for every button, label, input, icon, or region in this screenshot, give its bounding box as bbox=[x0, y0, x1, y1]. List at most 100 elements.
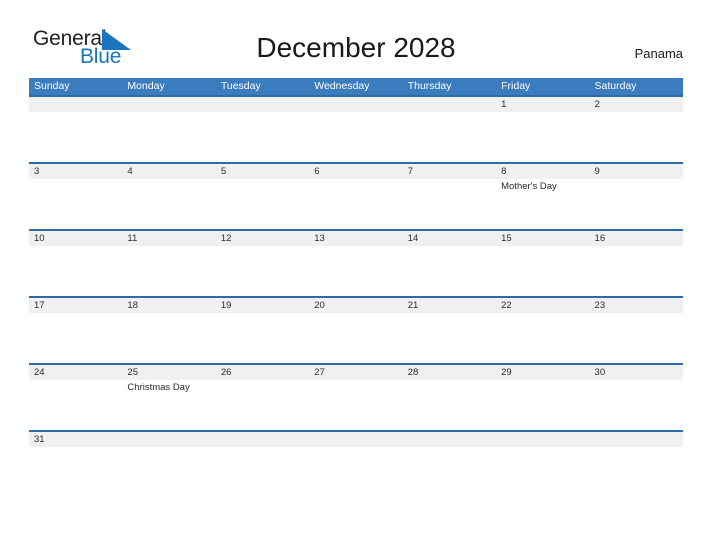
day-number: 28 bbox=[407, 367, 419, 378]
day-number: 31 bbox=[34, 434, 45, 445]
calendar-week-row: 31 bbox=[29, 430, 683, 458]
calendar-day-cell[interactable]: 22 bbox=[496, 298, 590, 363]
day-number-band bbox=[589, 432, 683, 447]
calendar-day-cell[interactable]: 18 bbox=[122, 298, 216, 363]
day-number-band bbox=[29, 97, 123, 112]
day-number: 5 bbox=[220, 166, 227, 177]
calendar-day-cell[interactable]: 20 bbox=[309, 298, 403, 363]
calendar-day-cell[interactable] bbox=[309, 432, 403, 458]
calendar-day-cell[interactable]: 3 bbox=[29, 164, 123, 229]
calendar-day-cell[interactable]: 28 bbox=[402, 365, 497, 430]
calendar-day-cell[interactable] bbox=[215, 432, 310, 458]
day-number: 10 bbox=[34, 233, 45, 244]
day-number-band bbox=[496, 164, 590, 179]
calendar-week-row: 1 2 bbox=[29, 95, 683, 162]
weekday-header-row: Sunday Monday Tuesday Wednesday Thursday… bbox=[29, 78, 683, 95]
calendar-day-cell[interactable] bbox=[122, 432, 216, 458]
day-number-band bbox=[402, 164, 497, 179]
calendar-day-cell[interactable] bbox=[589, 432, 683, 458]
calendar-day-cell[interactable] bbox=[309, 97, 403, 162]
calendar-day-cell[interactable]: 27 bbox=[309, 365, 403, 430]
day-number: 29 bbox=[501, 367, 512, 378]
calendar-day-cell[interactable]: 13 bbox=[309, 231, 403, 296]
calendar-day-cell[interactable]: 25 Christmas Day bbox=[122, 365, 216, 430]
day-number: 20 bbox=[314, 300, 325, 311]
calendar-day-cell[interactable]: 7 bbox=[402, 164, 497, 229]
calendar-day-cell[interactable]: 15 bbox=[496, 231, 590, 296]
day-number: 12 bbox=[220, 233, 232, 244]
weekday-header-saturday: Saturday bbox=[594, 80, 637, 92]
day-number: 9 bbox=[594, 166, 600, 177]
day-event: Christmas Day bbox=[127, 382, 190, 393]
calendar-day-cell[interactable]: 11 bbox=[122, 231, 216, 296]
day-number: 7 bbox=[407, 166, 413, 177]
calendar-day-cell[interactable] bbox=[496, 432, 590, 458]
calendar-day-cell[interactable]: 23 bbox=[589, 298, 683, 363]
calendar-day-cell[interactable] bbox=[402, 97, 497, 162]
day-number: 6 bbox=[314, 166, 320, 177]
day-number: 13 bbox=[314, 233, 325, 244]
calendar-day-cell[interactable]: 2 bbox=[589, 97, 683, 162]
day-number-band bbox=[589, 97, 683, 112]
day-number-band bbox=[122, 432, 216, 447]
day-number: 21 bbox=[407, 300, 419, 311]
calendar-day-cell[interactable]: 1 bbox=[496, 97, 590, 162]
weekday-header-sunday: Sunday bbox=[34, 80, 70, 92]
calendar-day-cell[interactable]: 6 bbox=[309, 164, 403, 229]
calendar-day-cell[interactable]: 8 Mother's Day bbox=[496, 164, 590, 229]
day-number-band bbox=[402, 97, 497, 112]
calendar-week-row: 10 11 12 13 14 15 16 bbox=[29, 229, 683, 296]
day-number: 19 bbox=[220, 300, 232, 311]
calendar-day-cell[interactable]: 10 bbox=[29, 231, 123, 296]
calendar-week-row: 17 18 19 20 21 22 23 bbox=[29, 296, 683, 363]
day-number-band bbox=[215, 97, 310, 112]
weekday-header-thursday: Thursday bbox=[407, 80, 452, 92]
calendar-day-cell[interactable]: 9 bbox=[589, 164, 683, 229]
day-number: 26 bbox=[220, 367, 232, 378]
country-label: Panama bbox=[634, 46, 683, 61]
calendar-grid: Sunday Monday Tuesday Wednesday Thursday… bbox=[29, 78, 683, 458]
day-number-band bbox=[309, 97, 403, 112]
day-number-band bbox=[589, 164, 683, 179]
page-title: December 2028 bbox=[256, 32, 456, 63]
calendar-day-cell[interactable]: 4 bbox=[122, 164, 216, 229]
weekday-header-wednesday: Wednesday bbox=[314, 80, 370, 92]
weekday-header-friday: Friday bbox=[501, 80, 531, 92]
calendar-day-cell[interactable]: 29 bbox=[496, 365, 590, 430]
calendar-day-cell[interactable]: 12 bbox=[215, 231, 310, 296]
calendar-week-row: 24 25 Christmas Day 26 27 28 29 30 bbox=[29, 363, 683, 430]
calendar-day-cell[interactable] bbox=[29, 97, 123, 162]
calendar-page: General Blue December 2028 Panama Sunday… bbox=[0, 0, 712, 550]
calendar-day-cell[interactable]: 26 bbox=[215, 365, 310, 430]
calendar-day-cell[interactable] bbox=[215, 97, 310, 162]
calendar-week-row: 3 4 5 6 7 8 Mother's Day 9 bbox=[29, 162, 683, 229]
day-number-band bbox=[496, 432, 590, 447]
day-number: 14 bbox=[407, 233, 419, 244]
day-number-band bbox=[309, 164, 403, 179]
calendar-day-cell[interactable] bbox=[122, 97, 216, 162]
calendar-day-cell[interactable]: 16 bbox=[589, 231, 683, 296]
calendar-day-cell[interactable]: 21 bbox=[402, 298, 497, 363]
day-number: 4 bbox=[127, 166, 133, 177]
page-header: General Blue December 2028 Panama bbox=[0, 0, 712, 74]
day-number-band bbox=[122, 164, 216, 179]
day-number: 27 bbox=[314, 367, 325, 378]
day-number: 8 bbox=[501, 166, 507, 177]
calendar-day-cell[interactable]: 30 bbox=[589, 365, 683, 430]
calendar-day-cell[interactable]: 24 bbox=[29, 365, 123, 430]
calendar-day-cell[interactable]: 5 bbox=[215, 164, 310, 229]
day-number-band bbox=[215, 164, 310, 179]
calendar-day-cell[interactable]: 31 bbox=[29, 432, 123, 458]
calendar-day-cell[interactable] bbox=[402, 432, 497, 458]
day-number: 23 bbox=[594, 300, 606, 311]
calendar-day-cell[interactable]: 17 bbox=[29, 298, 123, 363]
calendar-day-cell[interactable]: 14 bbox=[402, 231, 497, 296]
day-number: 24 bbox=[34, 367, 45, 378]
day-number: 15 bbox=[501, 233, 512, 244]
weekday-header-tuesday: Tuesday bbox=[220, 80, 261, 92]
day-number-band bbox=[402, 432, 497, 447]
day-number: 22 bbox=[501, 300, 512, 311]
day-number-band bbox=[215, 432, 310, 447]
day-number-band bbox=[496, 97, 590, 112]
calendar-day-cell[interactable]: 19 bbox=[215, 298, 310, 363]
